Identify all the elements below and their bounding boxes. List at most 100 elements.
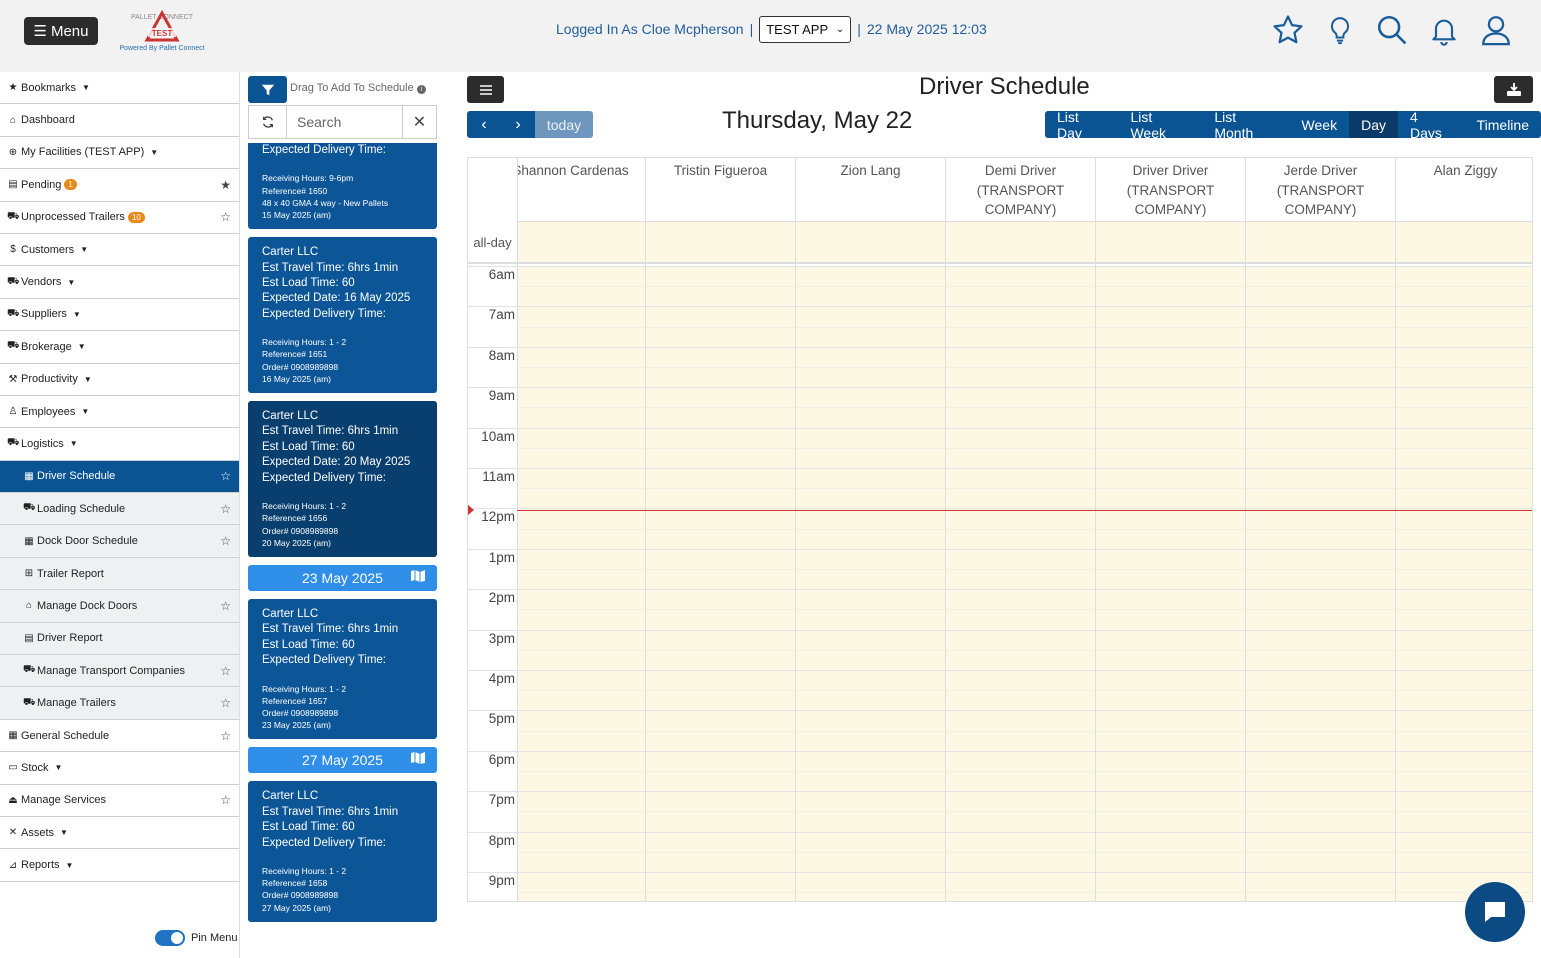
sidebar-item-driver-schedule[interactable]: ▦ Driver Schedule ☆ xyxy=(0,460,239,494)
map-icon[interactable] xyxy=(411,569,425,582)
report-icon: ▤ xyxy=(24,632,34,644)
time-grid-area[interactable] xyxy=(517,266,1532,901)
user-icon[interactable] xyxy=(1479,12,1513,48)
time-label: 7pm xyxy=(488,792,515,808)
sidebar-item-brokerage[interactable]: ⛟ Brokerage ▼ xyxy=(0,331,239,364)
half-hour-line xyxy=(517,892,1532,894)
bell-icon[interactable] xyxy=(1427,12,1461,48)
chat-button[interactable] xyxy=(1465,882,1525,942)
menu-button[interactable]: ☰ Menu xyxy=(24,17,98,45)
now-indicator-arrow xyxy=(468,505,474,515)
today-button[interactable]: today xyxy=(535,111,593,138)
sidebar-item-manage-services[interactable]: ⏏ Manage Services ☆ xyxy=(0,785,239,817)
resource-header[interactable]: Alan Ziggy xyxy=(1395,158,1532,222)
next-button[interactable]: › xyxy=(501,111,535,138)
chart-icon: ⊿ xyxy=(8,859,18,871)
sidebar-item-my-facilities[interactable]: ⊕ My Facilities (TEST APP) ▼ xyxy=(0,137,239,170)
sidebar-item-manage-trailers[interactable]: ⛟ Manage Trailers ☆ xyxy=(0,687,239,720)
bookmark-star-icon[interactable]: ☆ xyxy=(220,793,231,807)
sidebar-item-productivity[interactable]: ⚒ Productivity ▼ xyxy=(0,364,239,396)
bookmark-star-icon[interactable]: ☆ xyxy=(220,534,231,548)
caret-down-icon: ▼ xyxy=(60,828,68,838)
hour-line xyxy=(468,427,1532,429)
view-list-month[interactable]: List Month xyxy=(1202,111,1290,138)
star-icon: ★ xyxy=(8,82,18,94)
bookmark-star-icon[interactable]: ☆ xyxy=(220,696,231,710)
time-label: 9am xyxy=(488,388,515,404)
bookmark-star-icon[interactable]: ☆ xyxy=(220,469,231,483)
order-card[interactable]: Carter LLC Est Travel Time: 6hrs 1min Es… xyxy=(248,401,437,557)
view-list-week[interactable]: List Week xyxy=(1118,111,1203,138)
lightbulb-icon[interactable] xyxy=(1323,12,1357,48)
sidebar-item-manage-transport-companies[interactable]: ⛟ Manage Transport Companies ☆ xyxy=(0,655,239,688)
sidebar-item-driver-report[interactable]: ▤ Driver Report xyxy=(0,622,239,656)
resource-header[interactable]: Tristin Figueroa xyxy=(645,158,795,222)
bookmark-star-icon[interactable]: ☆ xyxy=(220,599,231,613)
current-datetime: 22 May 2025 12:03 xyxy=(866,21,987,37)
bookmark-star-icon[interactable]: ☆ xyxy=(220,729,231,743)
order-card[interactable]: Carter LLC Est Travel Time: 6hrs 1min Es… xyxy=(248,598,437,740)
sidebar-item-dashboard[interactable]: ⌂ Dashboard xyxy=(0,104,239,137)
sidebar-item-customers[interactable]: $ Customers ▼ xyxy=(0,234,239,267)
sidebar-item-dock-door-schedule[interactable]: ▦ Dock Door Schedule ☆ xyxy=(0,525,239,558)
filter-button[interactable] xyxy=(248,76,287,103)
map-icon[interactable] xyxy=(411,752,425,765)
search-icon[interactable] xyxy=(1375,12,1409,48)
truck-icon: ⛟ xyxy=(7,437,20,449)
hour-line xyxy=(468,670,1532,671)
hour-line xyxy=(468,346,1532,348)
resource-header[interactable]: Jerde Driver (TRANSPORT COMPANY) xyxy=(1245,158,1395,222)
order-card[interactable]: Expected Delivery Time: Receiving Hours:… xyxy=(248,143,437,230)
sidebar-item-trailer-report[interactable]: ⊞ Trailer Report xyxy=(0,557,239,591)
sidebar-item-vendors[interactable]: ⛟ Vendors ▼ xyxy=(0,266,239,299)
warehouse-icon: ⌂ xyxy=(25,600,33,612)
order-card[interactable]: Carter LLC Est Travel Time: 6hrs 1min Es… xyxy=(248,781,437,922)
star-icon[interactable] xyxy=(1271,12,1305,48)
sidebar-item-pending[interactable]: ▤ Pending 1 ★ xyxy=(0,169,239,202)
app-select[interactable]: TEST APP ⌄ xyxy=(759,15,852,43)
chevron-left-icon: ‹ xyxy=(481,115,487,133)
refresh-icon[interactable] xyxy=(249,106,287,138)
close-icon[interactable]: ✕ xyxy=(402,106,436,138)
bookmark-star-filled-icon[interactable]: ★ xyxy=(220,178,231,192)
sidebar-item-general-schedule[interactable]: ▦ General Schedule ☆ xyxy=(0,720,239,753)
sidebar-item-logistics[interactable]: ⛟ Logistics ▼ xyxy=(0,428,239,461)
view-week[interactable]: Week xyxy=(1289,111,1350,138)
caret-down-icon: ▼ xyxy=(72,309,81,319)
prev-button[interactable]: ‹ xyxy=(467,111,501,138)
allday-row: all-day xyxy=(468,222,1532,264)
bookmark-star-icon[interactable]: ☆ xyxy=(220,210,231,224)
sidebar-item-employees[interactable]: ♙ Employees ▼ xyxy=(0,396,239,429)
caret-down-icon: ▼ xyxy=(77,342,86,352)
caret-down-icon: ▼ xyxy=(82,83,90,93)
time-label: 6am xyxy=(488,267,515,282)
sidebar-item-loading-schedule[interactable]: ⛟ Loading Schedule ☆ xyxy=(0,493,239,526)
pin-menu-toggle[interactable] xyxy=(155,930,185,946)
resource-header[interactable]: Demi Driver (TRANSPORT COMPANY) xyxy=(945,158,1095,222)
chat-icon xyxy=(1485,902,1505,922)
sidebar-item-manage-dock-doors[interactable]: ⌂ Manage Dock Doors ☆ xyxy=(0,590,239,623)
sidebar-item-bookmarks[interactable]: ★ Bookmarks ▼ xyxy=(0,72,239,105)
view-list-day[interactable]: List Day xyxy=(1045,111,1119,138)
search-input[interactable]: Search xyxy=(287,114,402,130)
download-button[interactable] xyxy=(1494,76,1533,103)
sidebar-item-reports[interactable]: ⊿ Reports ▼ xyxy=(0,849,239,882)
resource-header[interactable]: Zion Lang xyxy=(795,158,945,222)
view-4-days[interactable]: 4 Days xyxy=(1397,111,1465,138)
powered-by-text: Powered By Pallet Connect xyxy=(119,45,205,52)
caret-down-icon: ▼ xyxy=(65,860,74,870)
calendar-icon: ▦ xyxy=(24,470,34,482)
view-day[interactable]: Day xyxy=(1349,111,1398,138)
sidebar-item-unprocessed-trailers[interactable]: ⛟ Unprocessed Trailers 10 ☆ xyxy=(0,202,239,234)
bookmark-star-icon[interactable]: ☆ xyxy=(220,664,231,678)
sidebar-item-stock[interactable]: ▭ Stock ▼ xyxy=(0,752,239,785)
half-hour-line xyxy=(517,851,1532,853)
order-card[interactable]: Carter LLC Est Travel Time: 6hrs 1min Es… xyxy=(248,237,437,394)
calendar-menu-button[interactable] xyxy=(467,76,504,103)
sidebar-item-assets[interactable]: ✕ Assets ▼ xyxy=(0,817,239,850)
sidebar-item-suppliers[interactable]: ⛟ Suppliers ▼ xyxy=(0,299,239,332)
resource-header[interactable]: Driver Driver (TRANSPORT COMPANY) xyxy=(1095,158,1245,222)
bookmark-star-icon[interactable]: ☆ xyxy=(220,502,231,516)
view-timeline[interactable]: Timeline xyxy=(1464,111,1541,138)
calendar-grid: Shannon Cardenas Tristin Figueroa Zion L… xyxy=(467,157,1533,902)
